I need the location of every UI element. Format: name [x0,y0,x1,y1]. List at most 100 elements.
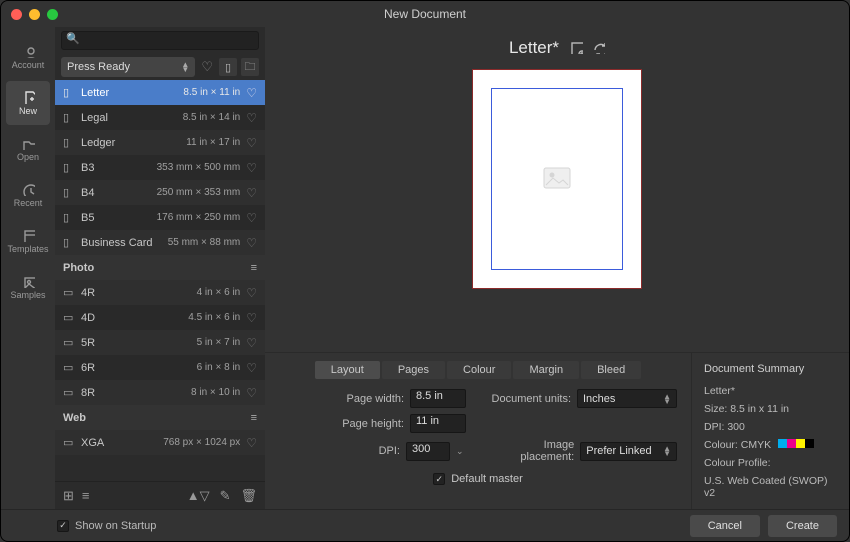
delete-icon[interactable]: 🗑 [240,488,257,504]
heart-icon[interactable]: ♡ [246,311,257,325]
colour-swatches [778,439,814,448]
summary-dpi: DPI: 300 [704,421,837,433]
preview-title: Letter* [509,38,559,58]
favorite-toggle[interactable]: ♡ [201,59,213,75]
heart-icon[interactable]: ♡ [246,236,257,250]
page-width-label: Page width: [347,393,404,405]
tab-layout[interactable]: Layout [315,361,380,379]
preset-row-b3[interactable]: ▯ B3 353 mm × 500 mm ♡ [55,155,265,180]
heart-icon[interactable]: ♡ [246,436,257,450]
heart-icon[interactable]: ♡ [246,386,257,400]
heart-icon[interactable]: ♡ [246,86,257,100]
preset-row-4r[interactable]: ▭ 4R 4 in × 6 in ♡ [55,280,265,305]
preset-row-4d[interactable]: ▭ 4D 4.5 in × 6 in ♡ [55,305,265,330]
search-icon: 🔍 [66,33,80,45]
preset-list: ▯ Letter 8.5 in × 11 in ♡ ▯ Legal 8.5 in… [55,80,265,481]
menu-icon[interactable]: ≡ [251,412,257,424]
account-icon [21,44,35,58]
preset-panel: 🔍 Press Ready ▲▼ ♡ ▯ 🗀 ▯ Letter 8.5 in ×… [55,27,265,509]
swatch-magenta [787,439,796,448]
tab-colour[interactable]: Colour [447,361,511,379]
sync-preset-icon[interactable] [591,40,605,57]
window-title: New Document [1,7,849,21]
preset-row-legal[interactable]: ▯ Legal 8.5 in × 14 in ♡ [55,105,265,130]
sidebar-item-templates[interactable]: Templates [6,219,50,263]
preset-row-5r[interactable]: ▭ 5R 5 in × 7 in ♡ [55,330,265,355]
sidebar-item-samples[interactable]: Samples [6,265,50,309]
footer: Show on Startup Cancel Create [1,509,849,541]
menu-icon[interactable]: ≡ [251,262,257,274]
page-icon: ▯ [63,236,75,249]
recent-icon [21,182,35,196]
heart-icon[interactable]: ♡ [246,336,257,350]
heart-icon[interactable]: ♡ [246,161,257,175]
preset-row-6r[interactable]: ▭ 6R 6 in × 8 in ♡ [55,355,265,380]
page-icon: ▯ [63,211,75,224]
page-landscape-icon: ▭ [63,386,75,399]
view-mode-folder-icon[interactable]: 🗀 [241,58,259,76]
category-header-photo[interactable]: Photo ≡ [55,255,265,280]
sidebar-label: Open [17,152,39,162]
chevron-updown-icon: ▲▼ [181,62,189,72]
heart-icon[interactable]: ♡ [246,286,257,300]
heart-icon[interactable]: ♡ [246,111,257,125]
preset-row-b4[interactable]: ▯ B4 250 mm × 353 mm ♡ [55,180,265,205]
tab-bleed[interactable]: Bleed [581,361,641,379]
summary-size: Size: 8.5 in x 11 in [704,403,837,415]
page-icon: ▯ [63,86,75,99]
summary-heading: Document Summary [704,363,837,375]
swatch-cyan [778,439,787,448]
image-placement-select[interactable]: Prefer Linked ▲▼ [580,442,677,461]
heart-icon[interactable]: ♡ [246,186,257,200]
page-landscape-icon: ▭ [63,286,75,299]
preset-row-xga[interactable]: ▭ XGA 768 px × 1024 px ♡ [55,430,265,455]
preset-row-business-card[interactable]: ▯ Business Card 55 mm × 88 mm ♡ [55,230,265,255]
summary-profile-label: Colour Profile: [704,457,837,469]
sidebar: Account New Open Recent Templates Sample… [1,27,55,509]
sidebar-label: Templates [7,244,48,254]
sidebar-item-open[interactable]: Open [6,127,50,171]
preset-row-letter[interactable]: ▯ Letter 8.5 in × 11 in ♡ [55,80,265,105]
sidebar-label: Account [12,60,45,70]
sidebar-item-account[interactable]: Account [6,35,50,79]
heart-icon[interactable]: ♡ [246,136,257,150]
folder-open-icon [21,136,35,150]
rename-icon[interactable]: ✎ [220,488,231,504]
heart-icon[interactable]: ♡ [246,361,257,375]
tab-margin[interactable]: Margin [513,361,579,379]
heart-icon[interactable]: ♡ [246,211,257,225]
document-units-select[interactable]: Inches ▲▼ [577,389,677,408]
preset-row-8r[interactable]: ▭ 8R 8 in × 10 in ♡ [55,380,265,405]
create-button[interactable]: Create [768,515,837,537]
view-mode-page-icon[interactable]: ▯ [219,58,237,76]
new-document-icon [21,90,35,104]
default-master-checkbox[interactable] [433,473,445,485]
page-height-input[interactable]: 11 in [410,414,466,433]
page-width-input[interactable]: 8.5 in [410,389,466,408]
page-icon: ▯ [63,136,75,149]
page-height-label: Page height: [342,418,404,430]
tab-pages[interactable]: Pages [382,361,445,379]
preset-row-ledger[interactable]: ▯ Ledger 11 in × 17 in ♡ [55,130,265,155]
preset-row-b5[interactable]: ▯ B5 176 mm × 250 mm ♡ [55,205,265,230]
sidebar-item-new[interactable]: New [6,81,50,125]
preset-menu-icon[interactable]: ≡ [82,488,90,503]
preset-category-select[interactable]: Press Ready ▲▼ [61,57,195,77]
show-on-startup-label: Show on Startup [75,520,156,532]
category-header-web[interactable]: Web ≡ [55,405,265,430]
chevron-down-icon[interactable]: ⌄ [456,446,466,457]
sidebar-item-recent[interactable]: Recent [6,173,50,217]
search-input[interactable]: 🔍 [61,31,259,50]
show-on-startup-checkbox[interactable] [57,520,69,532]
chevron-updown-icon: ▲▼ [663,446,671,456]
cancel-button[interactable]: Cancel [690,515,760,537]
swatch-black [805,439,814,448]
page-icon: ▯ [63,111,75,124]
dpi-input[interactable]: 300 [406,442,450,461]
save-preset-icon[interactable] [569,40,583,57]
sidebar-label: Samples [10,290,45,300]
sidebar-label: Recent [14,198,43,208]
add-preset-icon[interactable]: ⊞ [63,488,74,504]
sort-icon[interactable]: ▲▽ [187,488,210,504]
preview-header: Letter* [265,27,849,69]
